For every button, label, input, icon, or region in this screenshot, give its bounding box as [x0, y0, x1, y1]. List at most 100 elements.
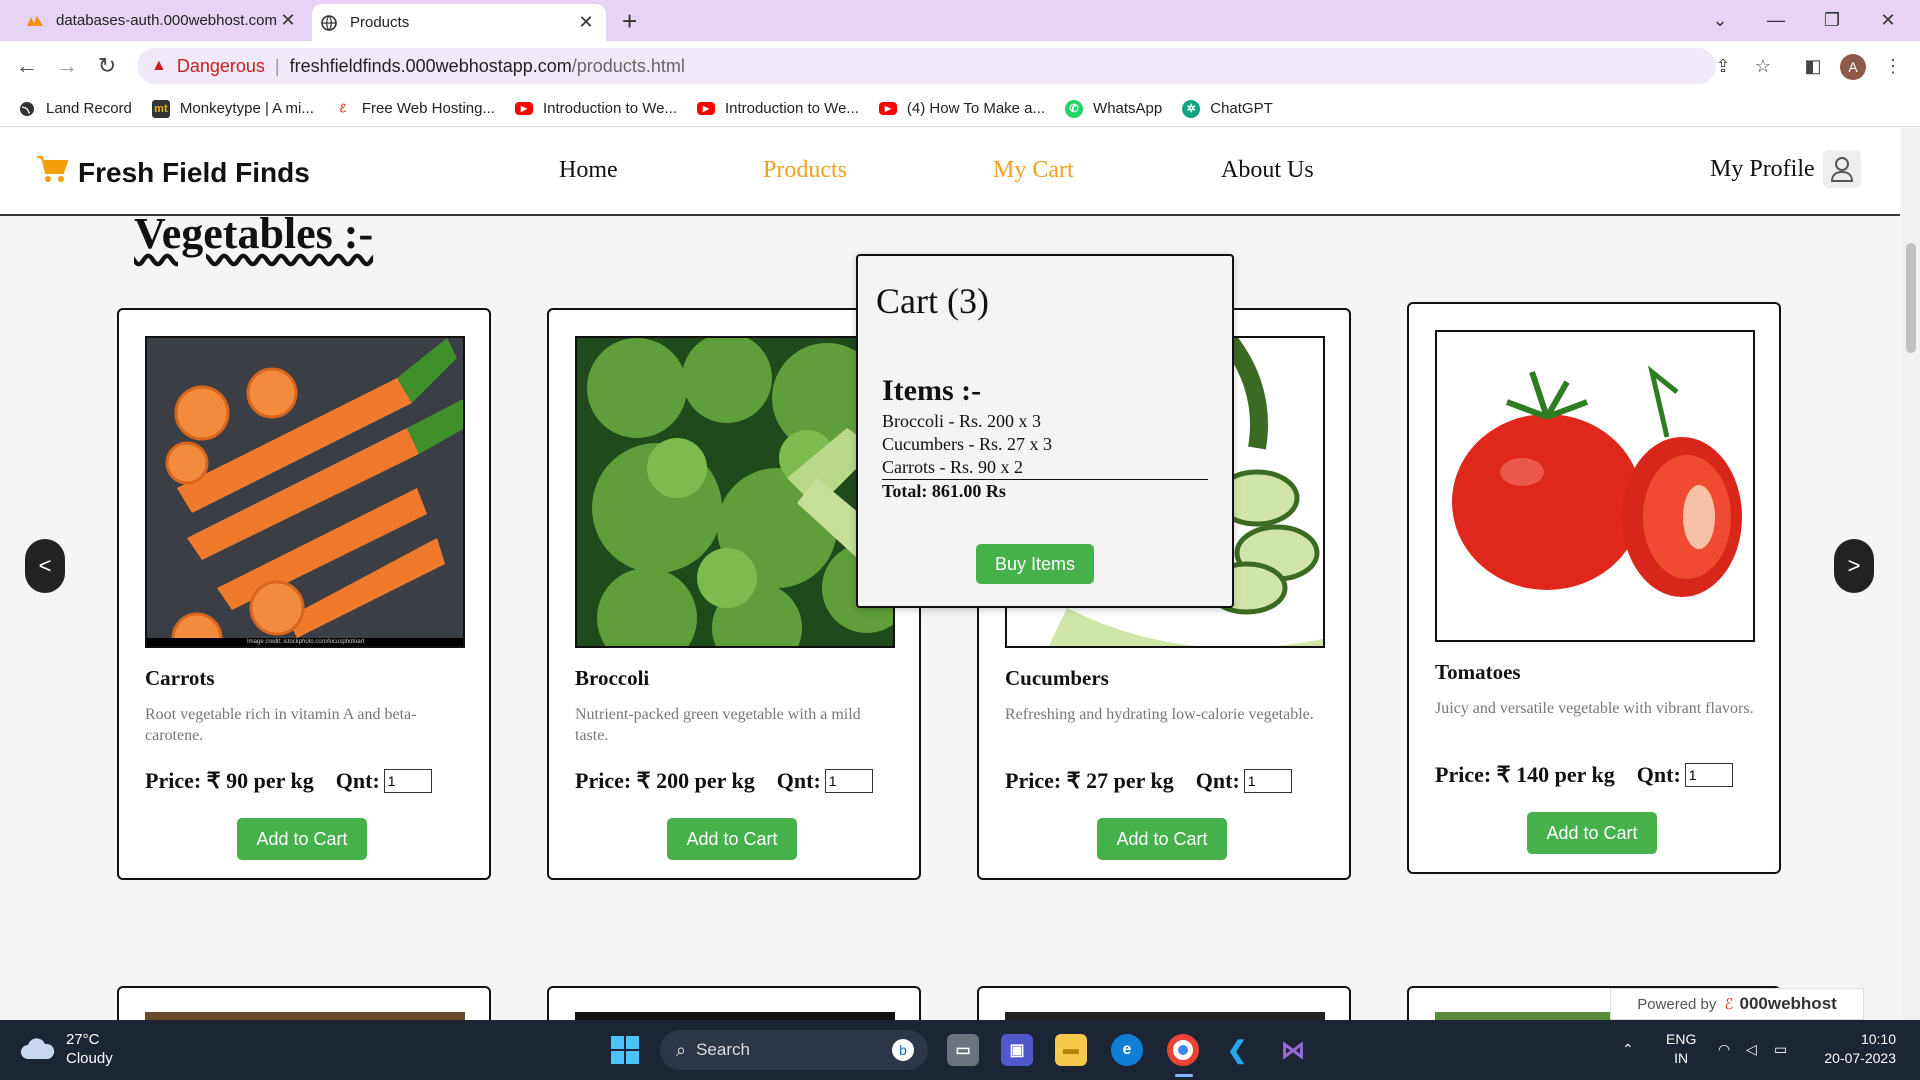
bookmark-monkeytype[interactable]: mt Monkeytype | A mi...	[151, 99, 314, 118]
new-tab-icon[interactable]: +	[622, 6, 637, 37]
monkeytype-icon: mt	[151, 99, 170, 118]
product-image-broccoli	[575, 336, 895, 648]
bookmark-land-record[interactable]: Land Record	[18, 100, 132, 118]
quantity-input[interactable]	[1684, 763, 1733, 787]
windows-start-icon[interactable]	[611, 1036, 639, 1064]
bookmark-label: Land Record	[46, 100, 132, 117]
bookmark-label: Introduction to We...	[724, 100, 859, 117]
task-view-icon[interactable]: ▭	[947, 1034, 979, 1066]
product-price: Price: ₹ 90 per kg	[145, 768, 314, 793]
lang-bottom: IN	[1674, 1050, 1689, 1066]
bookmark-whatsapp[interactable]: ✆ WhatsApp	[1065, 99, 1163, 118]
product-image-stub	[575, 1012, 895, 1020]
language-indicator[interactable]: ENG IN	[1666, 1030, 1696, 1068]
brand-logo[interactable]: Fresh Field Finds	[36, 154, 310, 191]
search-placeholder: Search	[696, 1040, 750, 1059]
powered-by-badge[interactable]: Powered by ℰ 000webhost	[1610, 988, 1864, 1020]
globe-icon	[18, 100, 36, 118]
bookmark-label: WhatsApp	[1093, 100, 1163, 117]
nav-home[interactable]: Home	[559, 157, 618, 184]
image-credit: Image credit: istockphoto.com/locusphoto…	[247, 639, 365, 645]
powered-by-brand: 000webhost	[1739, 994, 1837, 1013]
qty-label: Qnt:	[776, 768, 821, 793]
product-card-stub	[547, 986, 921, 1020]
close-icon[interactable]: ✕	[574, 12, 598, 33]
tab-products[interactable]: Products ✕	[312, 4, 606, 41]
carousel-prev-button[interactable]: <	[25, 539, 65, 593]
product-name: Cucumbers	[1005, 666, 1109, 690]
add-to-cart-button[interactable]: Add to Cart	[1097, 818, 1227, 860]
window-close-icon[interactable]: ✕	[1860, 0, 1916, 41]
address-bar[interactable]: ▲ Dangerous | freshfieldfinds.000webhost…	[137, 48, 1716, 84]
product-description: Refreshing and hydrating low-calorie veg…	[1005, 706, 1314, 723]
bookmark-label: Introduction to We...	[542, 100, 677, 117]
security-label[interactable]: Dangerous	[177, 56, 265, 77]
cart-popup: Cart (3) Items :- Broccoli - Rs. 200 x 3…	[856, 254, 1234, 608]
lang-top: ENG	[1666, 1031, 1697, 1047]
share-icon[interactable]: ⇪	[1710, 53, 1736, 79]
avatar[interactable]: A	[1840, 54, 1866, 80]
tab-search-icon[interactable]: ⌄	[1692, 0, 1748, 41]
add-to-cart-button[interactable]: Add to Cart	[1527, 812, 1657, 854]
teams-icon[interactable]: ▣	[1001, 1034, 1033, 1066]
battery-icon[interactable]: ▭	[1774, 1040, 1787, 1059]
chrome-icon[interactable]	[1167, 1034, 1199, 1066]
scrollbar-thumb[interactable]	[1906, 243, 1916, 353]
restore-icon[interactable]: ❐	[1804, 0, 1860, 41]
bookmark-label: Free Web Hosting...	[361, 100, 495, 117]
url-host: freshfieldfinds.000webhostapp.com	[289, 55, 572, 76]
youtube-icon: ▶	[878, 102, 897, 115]
my-profile-link[interactable]: My Profile	[1710, 150, 1861, 188]
bookmark-youtube-3[interactable]: ▶ (4) How To Make a...	[878, 100, 1045, 117]
nav-about-us[interactable]: About Us	[1221, 157, 1314, 184]
wifi-icon[interactable]: ◠	[1718, 1040, 1730, 1059]
cart-items-list: Broccoli - Rs. 200 x 3 Cucumbers - Rs. 2…	[882, 410, 1208, 503]
weather-temp: 27°C	[66, 1031, 100, 1048]
side-panel-icon[interactable]: ◧	[1800, 53, 1826, 79]
volume-icon[interactable]: ◁	[1746, 1040, 1757, 1059]
close-icon[interactable]: ✕	[276, 10, 300, 31]
clock-date: 20-07-2023	[1824, 1050, 1896, 1066]
cart-item: Cucumbers - Rs. 27 x 3	[882, 434, 1052, 454]
minimize-icon[interactable]: —	[1748, 0, 1804, 41]
bookmark-star-icon[interactable]: ☆	[1750, 53, 1776, 79]
add-to-cart-button[interactable]: Add to Cart	[667, 818, 797, 860]
tab-databases-auth[interactable]: databases-auth.000webhost.com ✕	[18, 0, 308, 41]
nav-products[interactable]: Products	[763, 157, 847, 184]
url-text[interactable]: freshfieldfinds.000webhostapp.com/produc…	[290, 56, 685, 77]
cart-title: Cart (3)	[876, 281, 989, 321]
000webhost-icon: ℰ	[339, 103, 347, 115]
bookmark-youtube-2[interactable]: ▶ Introduction to We...	[696, 100, 859, 117]
weather-widget[interactable]: 27°C Cloudy	[20, 1030, 113, 1068]
back-icon[interactable]: ←	[12, 51, 42, 81]
vscode-icon[interactable]: ❮	[1221, 1034, 1253, 1066]
bookmark-free-web-hosting[interactable]: ℰ Free Web Hosting...	[334, 100, 495, 118]
product-name: Carrots	[145, 666, 215, 690]
search-icon: ⌕	[676, 1039, 687, 1060]
nav-my-cart[interactable]: My Cart	[993, 157, 1074, 184]
quantity-input[interactable]	[1243, 769, 1292, 793]
shopping-cart-icon	[36, 154, 69, 191]
bookmark-chatgpt[interactable]: ✲ ChatGPT	[1182, 99, 1273, 118]
bookmark-youtube-1[interactable]: ▶ Introduction to We...	[514, 100, 677, 117]
quantity-input[interactable]	[383, 769, 432, 793]
clock[interactable]: 10:10 20-07-2023	[1816, 1030, 1896, 1068]
chevron-up-icon[interactable]: ⌃	[1622, 1040, 1634, 1059]
taskbar-search[interactable]: ⌕ Search b	[660, 1030, 928, 1070]
product-price: Price: ₹ 140 per kg	[1435, 762, 1615, 787]
reload-icon[interactable]: ↻	[92, 51, 122, 81]
add-to-cart-button[interactable]: Add to Cart	[237, 818, 367, 860]
product-image-stub	[145, 1012, 465, 1020]
edge-icon[interactable]: e	[1111, 1034, 1143, 1066]
file-explorer-icon[interactable]: ▬	[1055, 1034, 1087, 1066]
quantity-input[interactable]	[824, 769, 873, 793]
visual-studio-icon[interactable]: ⋈	[1277, 1034, 1309, 1066]
carousel-next-button[interactable]: >	[1834, 539, 1874, 593]
whatsapp-icon: ✆	[1065, 99, 1084, 118]
buy-items-button[interactable]: Buy Items	[976, 544, 1094, 584]
user-icon	[1822, 150, 1861, 188]
forward-icon[interactable]: →	[52, 51, 82, 81]
bookmark-label: Monkeytype | A mi...	[179, 100, 314, 117]
page-scrollbar[interactable]	[1902, 128, 1920, 1020]
kebab-menu-icon[interactable]: ⋮	[1880, 53, 1906, 79]
